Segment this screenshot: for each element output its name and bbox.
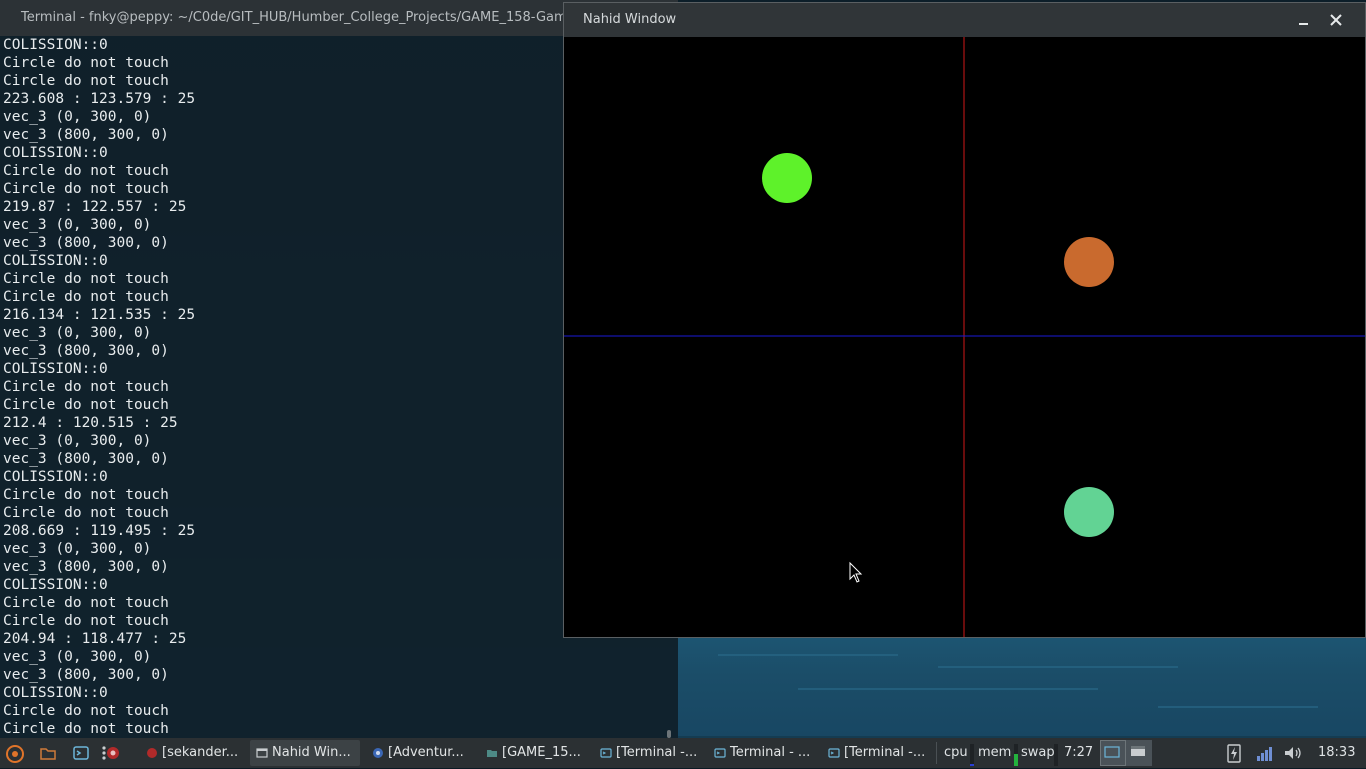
terminal-launcher-icon[interactable] xyxy=(72,744,90,762)
terminal-icon xyxy=(600,748,612,758)
uptime-value: 7:27 xyxy=(1064,745,1094,760)
task-terminal-3[interactable]: [Terminal -... xyxy=(822,740,932,766)
task-label: Terminal - ... xyxy=(730,745,811,760)
task-label: [Adventur... xyxy=(388,745,464,760)
terminal-icon xyxy=(714,748,726,758)
nahid-window-title: Nahid Window xyxy=(583,12,677,27)
game-canvas[interactable] xyxy=(564,37,1365,637)
terminal-line: Circle do not touch xyxy=(3,721,169,737)
browser-launcher-icon[interactable] xyxy=(104,744,122,762)
battery-charging-icon[interactable] xyxy=(1225,743,1243,763)
terminal-line: COLISSION::0 xyxy=(3,685,108,701)
nahid-titlebar[interactable]: Nahid Window xyxy=(564,3,1365,37)
workspace-switcher[interactable] xyxy=(1100,740,1208,766)
mem-meter[interactable] xyxy=(1014,744,1018,766)
task-game158-folder[interactable]: [GAME_15... xyxy=(480,740,590,766)
workspace-2[interactable] xyxy=(1126,740,1152,766)
file-manager-icon[interactable] xyxy=(39,744,57,762)
task-terminal-2[interactable]: Terminal - ... xyxy=(708,740,818,766)
swap-meter[interactable] xyxy=(1054,744,1058,766)
task-label: [sekander... xyxy=(162,745,239,760)
cpu-meter[interactable] xyxy=(970,744,974,766)
separator xyxy=(936,742,937,764)
nahid-window[interactable]: Nahid Window xyxy=(563,2,1366,638)
terminal-line: vec_3 (0, 300, 0) xyxy=(3,649,152,665)
terminal-line: vec_3 (800, 300, 0) xyxy=(3,667,169,683)
teal-circle xyxy=(1064,487,1114,537)
cpu-label: cpu xyxy=(944,745,968,760)
task-terminal-1[interactable]: [Terminal -... xyxy=(594,740,704,766)
network-signal-icon[interactable] xyxy=(1255,744,1273,762)
terminal-line: Circle do not touch xyxy=(3,703,169,719)
minimize-button[interactable] xyxy=(1292,9,1314,31)
workspace-1[interactable] xyxy=(1100,740,1126,766)
task-label: Nahid Win... xyxy=(272,745,351,760)
close-button[interactable] xyxy=(1325,9,1347,31)
window-icon xyxy=(256,748,268,758)
minimize-icon xyxy=(1299,23,1308,25)
task-label: [Terminal -... xyxy=(616,745,698,760)
terminal-thumbnail-icon xyxy=(1104,746,1120,758)
volume-icon[interactable] xyxy=(1283,744,1303,762)
mem-label: mem xyxy=(978,745,1012,760)
terminal-icon xyxy=(828,748,840,758)
wallpaper xyxy=(678,636,1366,736)
chromium-icon xyxy=(373,748,383,758)
app-menu-icon[interactable] xyxy=(5,744,24,763)
browser-icon xyxy=(147,748,157,758)
taskbar: [sekander... Nahid Win... [Adventur... [… xyxy=(0,738,1366,768)
close-icon xyxy=(1330,14,1342,26)
orange-circle xyxy=(1064,237,1114,287)
window-thumbnail-icon xyxy=(1131,746,1145,756)
task-label: [Terminal -... xyxy=(844,745,926,760)
task-nahid-window[interactable]: Nahid Win... xyxy=(250,740,360,766)
green-circle xyxy=(762,153,812,203)
task-sekander[interactable]: [sekander... xyxy=(140,740,248,766)
scrollbar-thumb[interactable] xyxy=(667,730,671,738)
clock[interactable]: 18:33 xyxy=(1318,738,1355,768)
folder-icon xyxy=(487,750,497,757)
terminal-title: Terminal - fnky@peppy: ~/C0de/GIT_HUB/Hu… xyxy=(21,10,630,25)
swap-label: swap xyxy=(1021,745,1055,760)
workspace-3[interactable] xyxy=(1152,740,1208,766)
task-adventure[interactable]: [Adventur... xyxy=(366,740,476,766)
task-label: [GAME_15... xyxy=(502,745,581,760)
